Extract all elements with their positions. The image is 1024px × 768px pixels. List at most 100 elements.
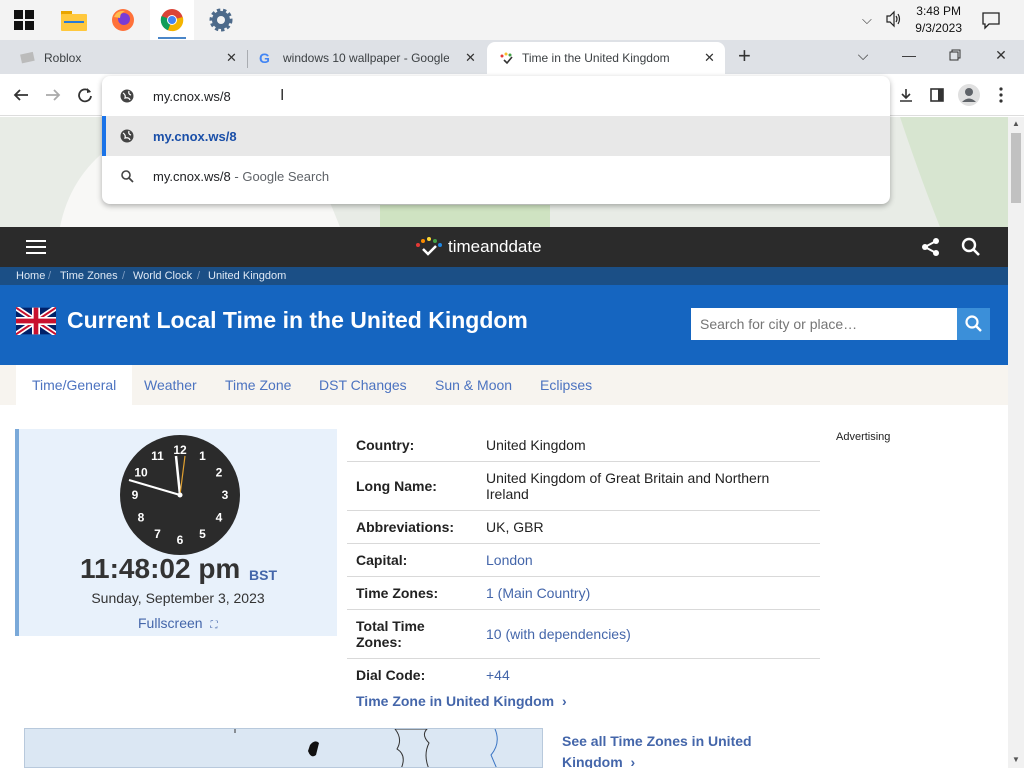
see-all-label: See all Time Zones in United Kingdom [562, 733, 752, 768]
fullscreen-icon: ⛶ [210, 620, 218, 631]
start-icon[interactable] [2, 0, 46, 40]
tab-time-uk[interactable]: Time in the United Kingdom ✕ [487, 42, 725, 74]
fact-label-time-zones: Time Zones: [356, 585, 439, 601]
time-zone-map[interactable] [24, 728, 543, 768]
breadcrumb-world-clock[interactable]: World Clock [133, 270, 192, 282]
current-date: Sunday, September 3, 2023 [91, 590, 265, 606]
suggestion-query: my.cnox.ws/8 [153, 168, 231, 184]
chevron-up-icon[interactable]: ⌵ [862, 12, 872, 28]
close-window-icon[interactable]: ✕ [978, 40, 1024, 70]
search-icon [964, 315, 982, 332]
city-search-button[interactable] [957, 308, 990, 340]
forward-icon[interactable] [40, 82, 66, 108]
web-page: timeanddate Home / Time Zones / World Cl… [0, 117, 1008, 768]
suggestion-search[interactable]: my.cnox.ws/8 - Google Search [102, 156, 890, 196]
back-icon[interactable] [8, 82, 34, 108]
fact-value-country: United Kingdom [486, 437, 586, 453]
file-explorer-icon[interactable] [52, 0, 96, 40]
divider [347, 609, 820, 610]
breadcrumb: Home / Time Zones / World Clock / United… [0, 267, 1008, 285]
scroll-up-icon[interactable]: ▲ [1012, 119, 1020, 128]
breadcrumb-home[interactable]: Home [16, 270, 45, 282]
analog-clock: 12 12 3 45 6 78 9 1011 [120, 435, 240, 555]
divider [347, 543, 820, 544]
tab-title: Roblox [44, 51, 82, 65]
breadcrumb-separator: / [197, 270, 201, 282]
settings-icon[interactable] [199, 0, 243, 40]
fact-label-total-time-zones: Total Time Zones: [356, 618, 425, 650]
new-tab-button[interactable]: + [738, 43, 751, 69]
tab-close-icon[interactable]: ✕ [465, 50, 476, 66]
suggestion-suffix: - Google Search [230, 168, 330, 184]
tab-title: Time in the United Kingdom [522, 51, 670, 65]
clock-numeral: 8 [138, 511, 145, 525]
tab-time-zone[interactable]: Time Zone [225, 365, 291, 405]
tab-search-chevron-icon[interactable]: ⌵ [840, 40, 886, 70]
tab-google-search[interactable]: G windows 10 wallpaper - Google S ✕ [249, 42, 485, 74]
clock-numeral: 11 [151, 449, 164, 463]
uk-flag-icon [14, 305, 58, 340]
selection-indicator [102, 116, 106, 156]
suggestion-url[interactable]: my.cnox.ws/8 [102, 116, 890, 156]
tab-sun-moon[interactable]: Sun & Moon [435, 365, 512, 405]
tab-close-icon[interactable]: ✕ [704, 50, 715, 66]
divider [347, 576, 820, 577]
time-zones-link[interactable]: 1 (Main Country) [486, 585, 590, 601]
page-scrollbar[interactable]: ▲ ▼ [1008, 117, 1024, 768]
scroll-thumb[interactable] [1011, 133, 1021, 203]
city-search-input[interactable] [691, 308, 957, 340]
tz-in-uk-link[interactable]: Time Zone in United Kingdom › [356, 693, 567, 709]
globe-icon [118, 87, 136, 105]
clock-numeral: 6 [177, 533, 184, 547]
side-panel-icon[interactable] [924, 82, 950, 108]
address-input[interactable]: my.cnox.ws/8 [153, 89, 231, 104]
profile-avatar-icon[interactable] [956, 82, 982, 108]
firefox-icon[interactable] [101, 0, 145, 40]
tab-roblox[interactable]: Roblox ✕ [8, 42, 244, 74]
fact-value-abbreviations: UK, GBR [486, 519, 544, 535]
total-time-zones-link[interactable]: 10 (with dependencies) [486, 626, 631, 642]
tab-weather[interactable]: Weather [144, 365, 197, 405]
breadcrumb-united-kingdom[interactable]: United Kingdom [208, 270, 286, 282]
tab-close-icon[interactable]: ✕ [226, 50, 237, 66]
volume-icon[interactable] [885, 10, 903, 33]
fact-label-long-name: Long Name: [356, 478, 437, 494]
fact-label-country: Country: [356, 437, 415, 453]
see-all-time-zones-link[interactable]: See all Time Zones in United Kingdom › [562, 731, 772, 768]
hamburger-menu-icon[interactable] [26, 240, 46, 259]
menu-kebab-icon[interactable] [988, 82, 1014, 108]
tab-dst-changes[interactable]: DST Changes [319, 365, 407, 405]
breadcrumb-time-zones[interactable]: Time Zones [60, 270, 118, 282]
share-icon[interactable] [921, 237, 941, 262]
clock-numeral: 2 [216, 466, 223, 480]
breadcrumb-separator: / [48, 270, 52, 282]
tab-eclipses[interactable]: Eclipses [540, 365, 592, 405]
search-icon[interactable] [961, 237, 981, 262]
scroll-down-icon[interactable]: ▼ [1012, 755, 1020, 764]
dial-code-link[interactable]: +44 [486, 667, 510, 683]
breadcrumb-separator: / [122, 270, 126, 282]
divider [347, 510, 820, 511]
tab-time-general[interactable]: Time/General [16, 365, 133, 405]
text-cursor-icon: I [280, 87, 285, 104]
address-bar[interactable]: my.cnox.ws/8 I [102, 76, 890, 116]
omnibox-dropdown: my.cnox.ws/8 I my.cnox.ws/8 my.cnox.ws/8… [102, 76, 890, 204]
clock-numeral: 12 [173, 443, 187, 457]
site-logo[interactable]: timeanddate [448, 237, 542, 257]
fullscreen-link[interactable]: Fullscreen ⛶ [138, 615, 217, 631]
notification-icon[interactable] [981, 10, 1001, 35]
google-favicon-icon: G [259, 50, 270, 66]
download-icon[interactable] [893, 82, 919, 108]
clock-numeral: 9 [132, 488, 139, 502]
timeanddate-favicon-icon [499, 51, 515, 68]
chrome-icon[interactable] [150, 0, 194, 40]
restore-icon[interactable] [932, 40, 978, 70]
minimize-icon[interactable]: — [886, 40, 932, 70]
capital-link[interactable]: London [486, 552, 533, 568]
divider [347, 461, 820, 462]
clock-numeral: 7 [154, 527, 161, 541]
reload-icon[interactable] [72, 82, 98, 108]
logo-mark-icon [414, 237, 444, 262]
clock-numeral: 4 [216, 511, 223, 525]
taskbar-clock[interactable]: 3:48 PM 9/3/2023 [915, 3, 962, 37]
